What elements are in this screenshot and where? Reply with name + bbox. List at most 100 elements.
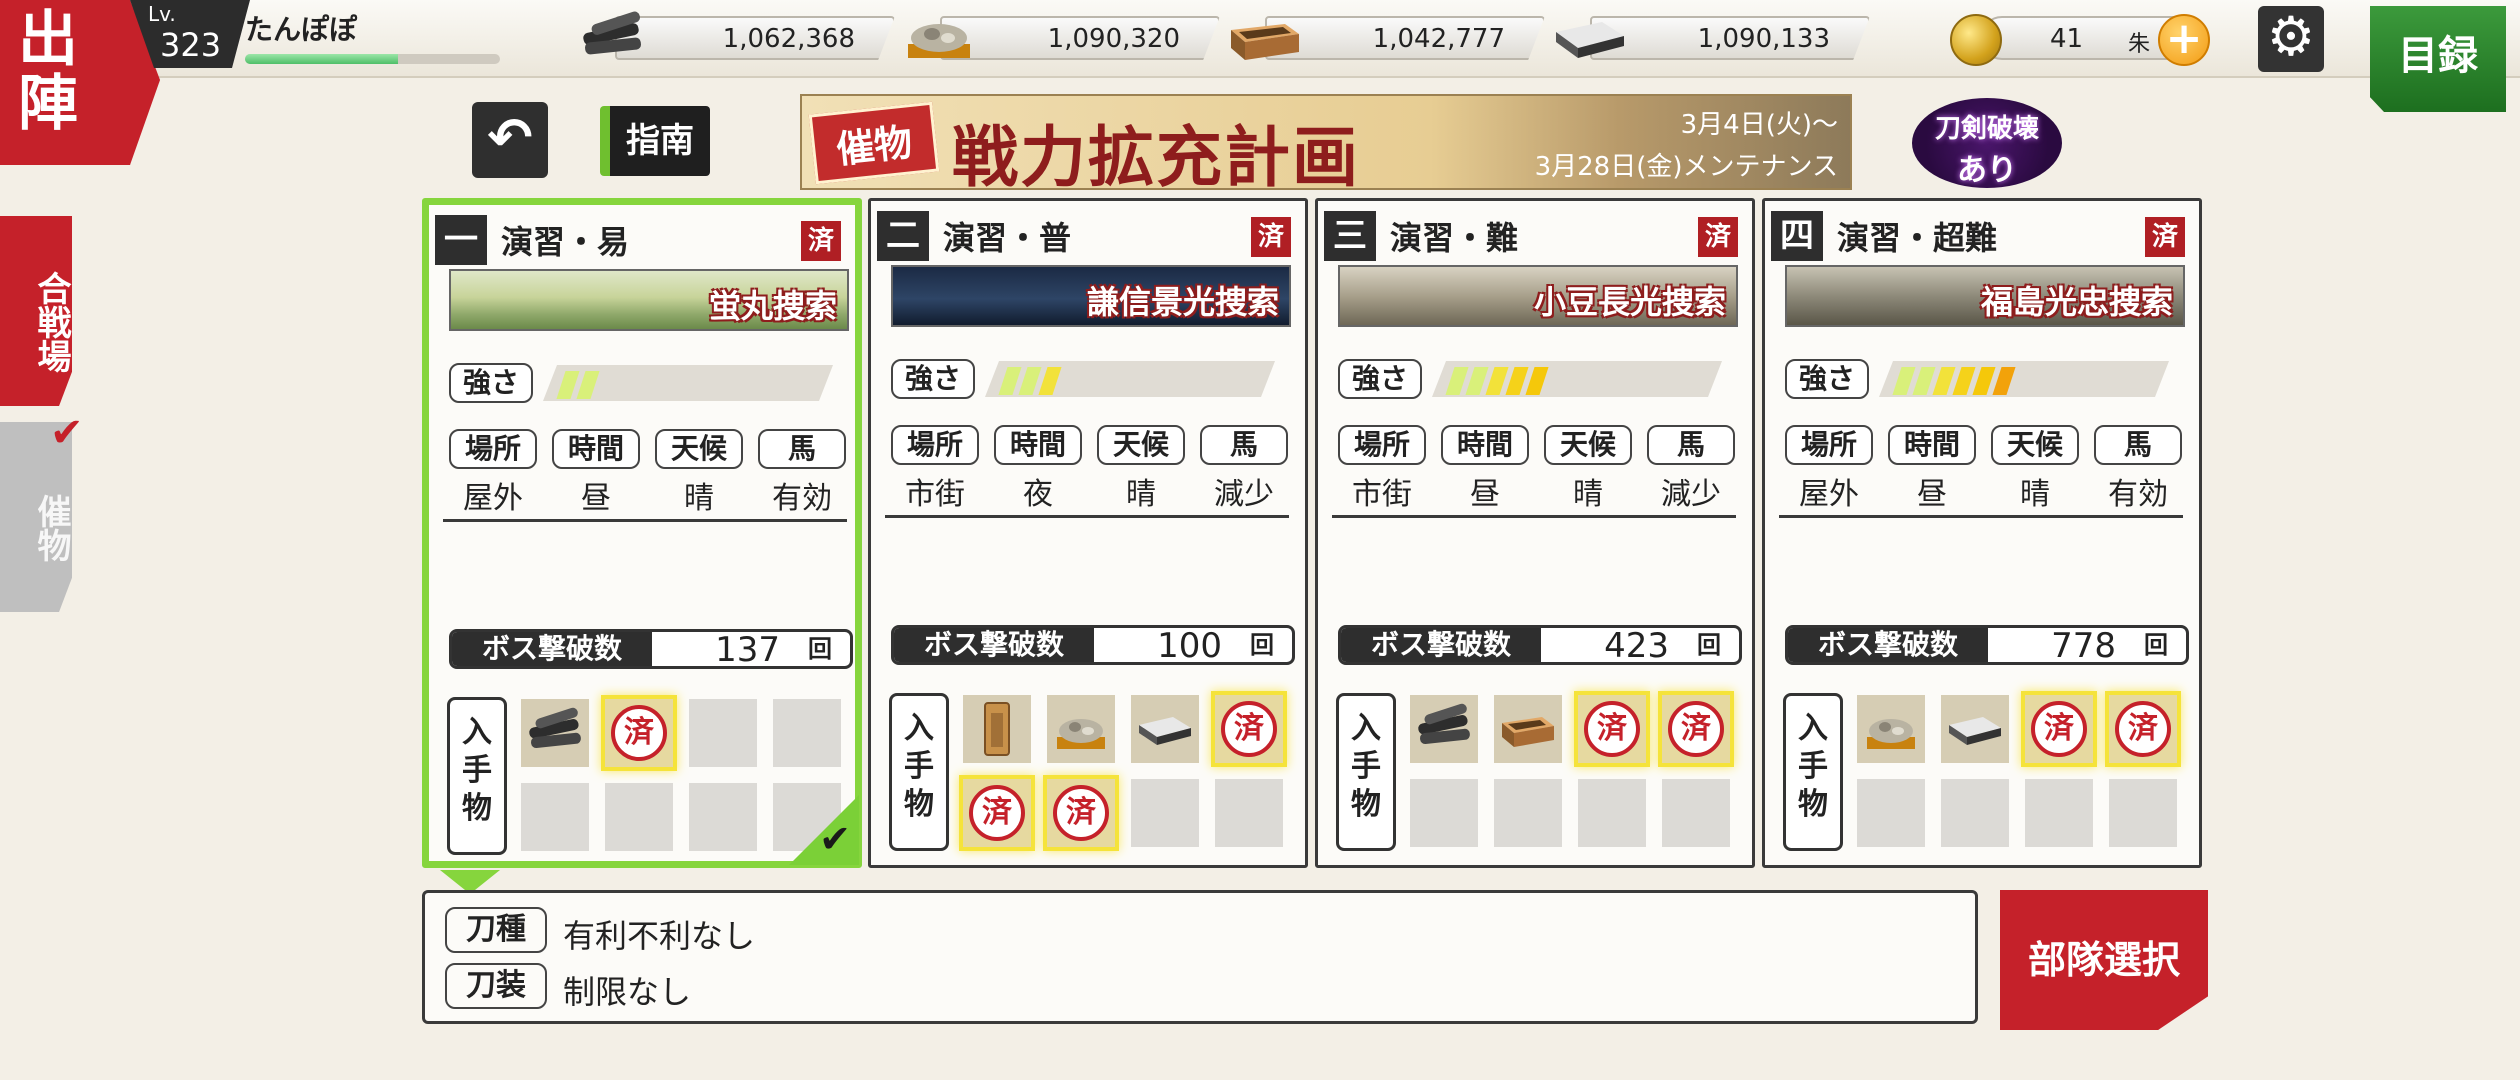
obtainable-label: 入手物: [1783, 693, 1843, 851]
reward-slot: 済: [1578, 695, 1646, 763]
reward-slot: [1662, 779, 1730, 847]
map-number: 四: [1771, 211, 1823, 261]
weather-label: 天候: [1991, 425, 2079, 465]
reward-slot: [1215, 779, 1283, 847]
deploy-button[interactable]: 出陣: [0, 0, 160, 165]
boss-kill-label: ボス撃破数: [452, 632, 652, 666]
sword-type-value: 有利不利なし: [563, 917, 756, 955]
obtainable-label: 入手物: [889, 693, 949, 851]
cleared-stamp-icon: 済: [2031, 701, 2087, 757]
exp-bar: [245, 54, 500, 64]
boss-kill-counter: ボス撃破数 100 回: [891, 625, 1295, 665]
boss-kill-unit: 回: [1697, 631, 1721, 659]
boss-kill-label: ボス撃破数: [1788, 628, 1988, 662]
boss-kill-unit: 回: [808, 635, 832, 663]
horse-label: 馬: [2094, 425, 2182, 465]
guide-button[interactable]: 指南: [600, 106, 710, 176]
charcoal-icon: [583, 11, 641, 55]
add-koban-button[interactable]: +: [2158, 14, 2210, 66]
reward-slot: [689, 699, 757, 767]
search-target-name: 謙信景光捜索: [1086, 283, 1279, 321]
boss-kill-unit: 回: [2144, 631, 2168, 659]
back-button[interactable]: ↶: [472, 102, 548, 178]
reward-slot: 済: [605, 699, 673, 767]
time-label: 時間: [994, 425, 1082, 465]
reward-slot: 済: [2109, 695, 2177, 763]
whetstone-icon: [1556, 22, 1624, 58]
boss-kill-value: 423: [1604, 626, 1669, 666]
charcoal-icon: [529, 707, 581, 748]
location-label: 場所: [1785, 425, 1873, 465]
reward-slot: [1410, 779, 1478, 847]
sword-break-line1: 刀剣破壊: [1934, 114, 2039, 144]
location-value: 屋外: [463, 481, 523, 516]
boss-kill-value: 778: [2051, 626, 2116, 666]
player-name: たんぽぽ: [245, 13, 358, 46]
map-card[interactable]: 三演習・難済小豆長光捜索 強さ 場所 市街 時間昼天候晴馬減少 ボス撃破数 423 回入手物済…: [1315, 198, 1755, 868]
sword-break-badge: 刀剣破壊 あり: [1912, 98, 2062, 188]
weather-label: 天候: [1544, 425, 1632, 465]
form-team-button[interactable]: 部隊選択: [2000, 890, 2208, 1030]
strength-label: 強さ: [1338, 359, 1422, 399]
obtainable-label: 入手物: [1336, 693, 1396, 851]
sword-break-line2: あり: [1957, 153, 2017, 188]
weather-value: 晴: [1573, 477, 1603, 512]
map-title: 演習・普: [943, 219, 1072, 257]
event-banner[interactable]: 催物 戦力拡充計画 3月4日(火)〜 3月28日(金)メンテナンス: [800, 94, 1852, 190]
reward-slot: 済: [963, 779, 1031, 847]
location-value: 屋外: [1799, 477, 1859, 512]
resource-cooling-material: 1,042,777: [1225, 16, 1545, 62]
boss-kill-label: ボス撃破数: [1341, 628, 1541, 662]
time-label: 時間: [552, 429, 640, 469]
map-card[interactable]: 二演習・普済謙信景光捜索 強さ 場所 市街 時間夜天候晴馬減少 ボス撃破数 100 回入手物済…: [868, 198, 1308, 868]
reward-slot: 済: [1215, 695, 1283, 763]
map-card[interactable]: 一演習・易済蛍丸捜索 強さ 場所 屋外 時間昼天候晴馬有効 ボス撃破数 137 回入手物済 ✔: [422, 198, 862, 868]
whetstone-icon: [1949, 717, 2001, 745]
restriction-panel: 刀種 有利不利なし 刀装 制限なし: [422, 890, 1978, 1024]
tamahagane-icon: [1867, 719, 1915, 749]
map-number: 一: [435, 215, 487, 265]
reward-slot: [1047, 695, 1115, 763]
settings-gear-icon[interactable]: ⚙: [2258, 6, 2324, 72]
cleared-badge: 済: [1251, 217, 1291, 257]
cleared-badge: 済: [1698, 217, 1738, 257]
search-target-banner: 小豆長光捜索: [1338, 265, 1738, 327]
divider: [885, 515, 1289, 518]
location-label: 場所: [891, 425, 979, 465]
time-value: 昼: [1470, 477, 1500, 512]
cleared-badge: 済: [2145, 217, 2185, 257]
reward-slot: [1578, 779, 1646, 847]
obtainable-text: 入手物: [904, 711, 934, 822]
level-value: 323: [160, 26, 222, 64]
divider: [1779, 515, 2183, 518]
catalog-button[interactable]: 目録: [2370, 6, 2506, 112]
reward-slot: [1494, 779, 1562, 847]
search-target-banner: 謙信景光捜索: [891, 265, 1291, 327]
cooling-material-icon: [1502, 717, 1554, 747]
tag-icon: [984, 702, 1010, 756]
reward-slot: [1857, 779, 1925, 847]
level-prefix: Lv.: [148, 2, 176, 26]
cleared-stamp-icon: 済: [1053, 785, 1109, 841]
koban-counter: 41 朱 +: [1950, 14, 2210, 66]
equipment-value: 制限なし: [563, 973, 692, 1011]
reward-slot: [605, 783, 673, 851]
strength-label: 強さ: [891, 359, 975, 399]
boss-kill-label: ボス撃破数: [894, 628, 1094, 662]
horse-value: 有効: [772, 481, 832, 516]
cleared-stamp-icon: 済: [611, 705, 667, 761]
divider: [443, 519, 847, 522]
resource-value: 1,062,368: [722, 24, 855, 54]
cleared-stamp-icon: 済: [1221, 701, 1277, 757]
sidebar-tab-battlefield[interactable]: 合戦場: [0, 216, 72, 406]
exp-bar-fill: [245, 54, 398, 64]
reward-slot: [1941, 779, 2009, 847]
event-title: 戦力拡充計画: [952, 118, 1360, 190]
obtainable-text: 入手物: [462, 715, 492, 826]
sword-type-label: 刀種: [445, 907, 547, 953]
strength-label: 強さ: [1785, 359, 1869, 399]
obtainable-label: 入手物: [447, 697, 507, 855]
map-number: 三: [1324, 211, 1376, 261]
event-date-start: 3月4日(火)〜: [1680, 110, 1838, 140]
map-card[interactable]: 四演習・超難済福島光忠捜索 強さ 場所 屋外 時間昼天候晴馬有効 ボス撃破数 778 回入手物…: [1762, 198, 2202, 868]
